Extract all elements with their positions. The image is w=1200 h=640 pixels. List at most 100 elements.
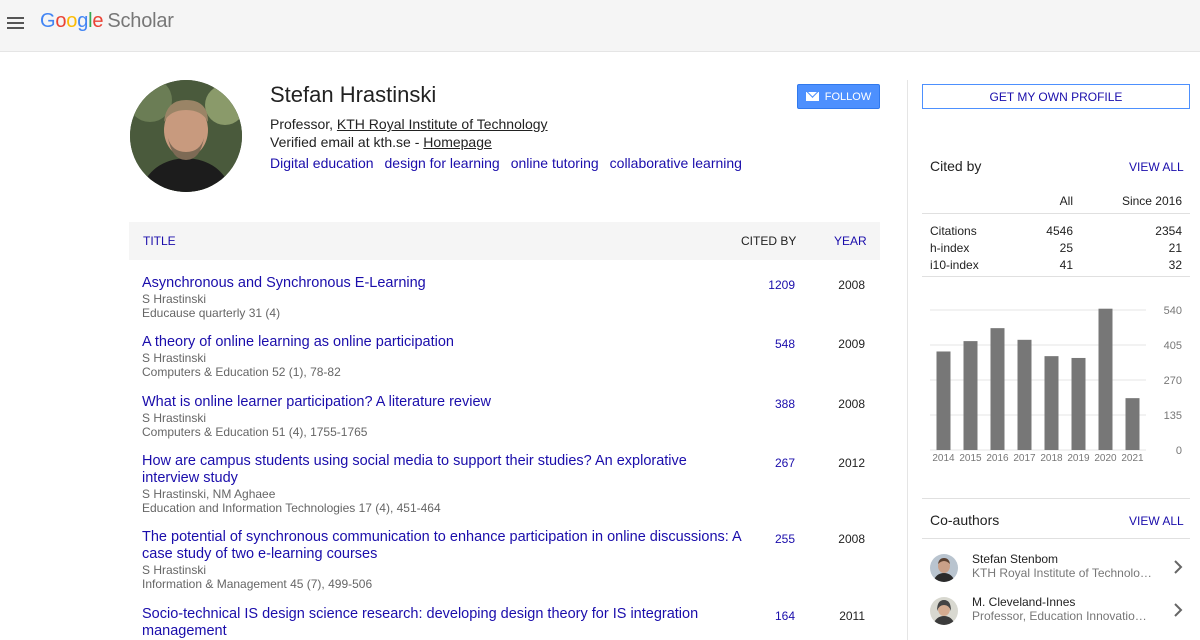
citation-bar-2019[interactable] (1071, 357, 1086, 450)
research-interests: Digital education design for learning onli… (270, 155, 753, 171)
articles-table-header: TITLE CITED BY YEAR (129, 222, 880, 260)
chevron-right-icon (1174, 603, 1183, 617)
y-tick-label: 540 (1164, 305, 1182, 317)
stat-label: i10-index (930, 258, 979, 272)
coauthor-avatar (930, 554, 958, 582)
article-title[interactable]: The potential of synchronous communicati… (142, 529, 742, 563)
y-tick-label: 405 (1164, 340, 1182, 352)
stats-divider (922, 276, 1190, 277)
hamburger-menu-icon[interactable] (6, 12, 26, 34)
homepage-link[interactable]: Homepage (423, 134, 492, 150)
citation-bar-2021[interactable] (1125, 398, 1140, 450)
cited-by-count[interactable]: 255 (729, 532, 795, 546)
coauthor-name: M. Cleveland-Innes (972, 595, 1076, 609)
envelope-icon (805, 92, 819, 101)
coauthor-avatar (930, 597, 958, 625)
chevron-right-icon (1174, 560, 1183, 574)
article-year: 2009 (838, 337, 865, 351)
coauthor-item[interactable]: M. Cleveland-Innes Professor, Education … (922, 591, 1190, 633)
stat-since: 32 (1168, 258, 1182, 272)
stat-since: 2354 (1155, 224, 1182, 238)
citation-bar-2020[interactable] (1098, 308, 1113, 450)
section-divider (922, 498, 1190, 499)
y-tick-label: 0 (1176, 445, 1182, 457)
x-tick-label: 2021 (1121, 453, 1144, 464)
citation-bar-2016[interactable] (990, 328, 1005, 450)
article-source: Computers & Education 52 (1), 78-82 (142, 365, 341, 379)
cited-by-count[interactable]: 1209 (729, 278, 795, 292)
interest-link[interactable]: collaborative learning (610, 155, 742, 171)
x-tick-label: 2014 (932, 453, 955, 464)
stat-label: h-index (930, 241, 970, 255)
x-tick-label: 2018 (1040, 453, 1063, 464)
profile-affiliation: Professor, KTH Royal Institute of Techno… (270, 116, 548, 132)
article-source: Information & Management 45 (7), 499-506 (142, 577, 373, 591)
article-source: Education and Information Technologies 1… (142, 501, 441, 515)
article-year: 2012 (838, 456, 865, 470)
y-tick-label: 270 (1164, 375, 1182, 387)
coauthor-item[interactable]: Stefan Stenbom KTH Royal Institute of Te… (922, 548, 1190, 590)
article-year: 2008 (838, 278, 865, 292)
stat-label: Citations (930, 224, 977, 238)
citation-bar-2018[interactable] (1044, 356, 1059, 450)
article-year: 2011 (839, 609, 865, 623)
stat-all: 41 (1059, 258, 1073, 272)
x-tick-label: 2017 (1013, 453, 1036, 464)
stat-since: 21 (1168, 241, 1182, 255)
x-tick-label: 2019 (1067, 453, 1090, 464)
cited-by-count[interactable]: 164 (729, 609, 795, 623)
coauthor-name: Stefan Stenbom (972, 552, 1059, 566)
article-authors: S Hrastinski (142, 292, 207, 306)
top-bar: Google Scholar (0, 0, 1200, 52)
cited-by-title: Cited by (930, 158, 982, 174)
coauthors-view-all[interactable]: VIEW ALL (1129, 514, 1184, 528)
stats-col-since: Since 2016 (1121, 194, 1182, 208)
cited-by-count[interactable]: 267 (729, 456, 795, 470)
sort-by-year[interactable]: YEAR (834, 234, 867, 248)
stat-all: 25 (1059, 241, 1073, 255)
article-title[interactable]: What is online learner participation? A … (142, 394, 742, 411)
interest-link[interactable]: design for learning (385, 155, 500, 171)
interest-link[interactable]: online tutoring (511, 155, 599, 171)
get-my-own-profile-button[interactable]: GET MY OWN PROFILE (922, 84, 1190, 109)
citations-per-year-chart: 0 135 270 405 540 2014 2015 2016 2017 2018 2019 202… (930, 305, 1182, 464)
article-authors: S Hrastinski, NM Aghaee (142, 487, 276, 501)
article-year: 2008 (838, 532, 865, 546)
coauthor-affiliation: Professor, Education Innovation, … (972, 609, 1152, 623)
article-authors: S Hrastinski (142, 411, 207, 425)
citation-bar-2017[interactable] (1017, 339, 1032, 450)
x-tick-label: 2015 (959, 453, 982, 464)
article-authors: S Hrastinski (142, 351, 207, 365)
article-authors: S Hrastinski (142, 563, 207, 577)
interest-link[interactable]: Digital education (270, 155, 374, 171)
column-divider (907, 80, 908, 640)
sort-by-cited[interactable]: CITED BY (741, 234, 796, 248)
stats-divider (922, 213, 1190, 214)
article-title[interactable]: A theory of online learning as online pa… (142, 334, 742, 351)
cited-by-count[interactable]: 548 (729, 337, 795, 351)
article-title[interactable]: How are campus students using social med… (142, 453, 742, 487)
article-source: Educause quarterly 31 (4) (142, 306, 281, 320)
sort-by-title[interactable]: TITLE (143, 234, 176, 248)
coauthors-title: Co-authors (930, 512, 1000, 528)
stats-col-all: All (1059, 194, 1073, 208)
article-source: Computers & Education 51 (4), 1755-1765 (142, 425, 368, 439)
cited-by-count[interactable]: 388 (729, 397, 795, 411)
coauthor-affiliation: KTH Royal Institute of Technology (972, 566, 1152, 580)
profile-name: Stefan Hrastinski (270, 82, 437, 107)
article-title[interactable]: Asynchronous and Synchronous E-Learning (142, 275, 742, 292)
section-divider (922, 538, 1190, 539)
follow-button[interactable]: FOLLOW (797, 84, 880, 109)
article-year: 2008 (838, 397, 865, 411)
affiliation-link[interactable]: KTH Royal Institute of Technology (337, 116, 548, 132)
article-title[interactable]: Socio-technical IS design science resear… (142, 606, 742, 640)
google-scholar-logo[interactable]: Google Scholar (40, 10, 174, 33)
profile-avatar (130, 80, 242, 192)
y-tick-label: 135 (1164, 410, 1182, 422)
x-tick-label: 2016 (986, 453, 1009, 464)
x-tick-label: 2020 (1094, 453, 1117, 464)
cited-by-view-all[interactable]: VIEW ALL (1129, 160, 1184, 174)
citation-bar-2015[interactable] (963, 341, 978, 450)
citation-bar-2014[interactable] (936, 351, 951, 450)
profile-email: Verified email at kth.se - Homepage (270, 134, 492, 150)
